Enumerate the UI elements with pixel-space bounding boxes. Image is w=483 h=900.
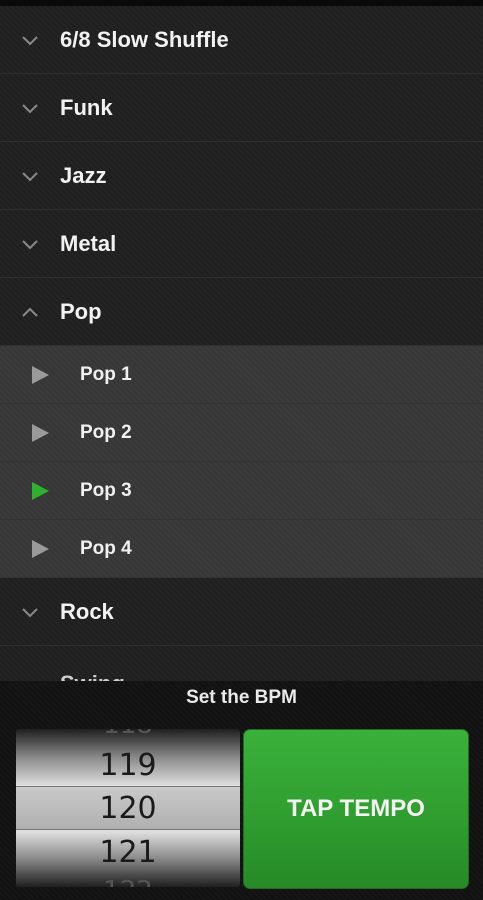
category-item[interactable]: Funk — [0, 74, 483, 142]
chevron-down-icon — [0, 238, 60, 250]
play-icon[interactable] — [0, 538, 80, 560]
category-label: Jazz — [60, 162, 107, 188]
bpm-panel: Set the BPM 118 119 120 121 122 TAP TEMP… — [0, 681, 483, 900]
beat-label: Pop 1 — [80, 363, 132, 385]
play-icon[interactable] — [0, 364, 80, 386]
beat-label: Pop 4 — [80, 537, 132, 559]
beat-category-list[interactable]: 6/8 Slow Shuffle Funk Jazz Metal Pop Pop 1P… — [0, 6, 483, 681]
play-icon[interactable] — [0, 480, 80, 502]
bpm-option[interactable]: 119 — [16, 743, 240, 787]
chevron-up-icon — [0, 306, 60, 318]
beat-item[interactable]: Pop 2 — [0, 404, 483, 462]
category-label: Funk — [60, 94, 113, 120]
bpm-option[interactable]: 121 — [16, 830, 240, 874]
play-icon[interactable] — [0, 422, 80, 444]
category-item[interactable]: Metal — [0, 210, 483, 278]
category-item[interactable]: Rock — [0, 578, 483, 646]
beat-label: Pop 2 — [80, 421, 132, 443]
category-item[interactable]: Jazz — [0, 142, 483, 210]
chevron-down-icon — [0, 102, 60, 114]
category-label: Pop — [60, 298, 102, 324]
beat-label: Pop 3 — [80, 479, 132, 501]
category-pop[interactable]: Pop — [0, 278, 483, 346]
chevron-down-icon — [0, 606, 60, 618]
bpm-title: Set the BPM — [186, 687, 297, 708]
bpm-option-selected[interactable]: 120 — [16, 786, 240, 830]
bpm-picker[interactable]: 118 119 120 121 122 — [16, 729, 240, 887]
pop-subitems: Pop 1 Pop 2 Pop 3 Pop 4 — [0, 346, 483, 578]
category-label: Metal — [60, 230, 117, 256]
category-item[interactable]: 6/8 Slow Shuffle — [0, 6, 483, 74]
beat-item[interactable]: Pop 3 — [0, 462, 483, 520]
tap-tempo-button[interactable]: TAP TEMPO — [243, 729, 469, 889]
beat-item[interactable]: Pop 1 — [0, 346, 483, 404]
chevron-down-icon — [0, 34, 60, 46]
category-item[interactable]: Swing — [0, 646, 483, 682]
bpm-option-partial-bottom[interactable]: 122 — [16, 869, 240, 887]
chevron-down-icon — [0, 170, 60, 182]
category-label: 6/8 Slow Shuffle — [60, 26, 229, 52]
category-label: Rock — [60, 598, 114, 624]
category-label: Swing — [60, 671, 483, 682]
beat-item[interactable]: Pop 4 — [0, 520, 483, 578]
